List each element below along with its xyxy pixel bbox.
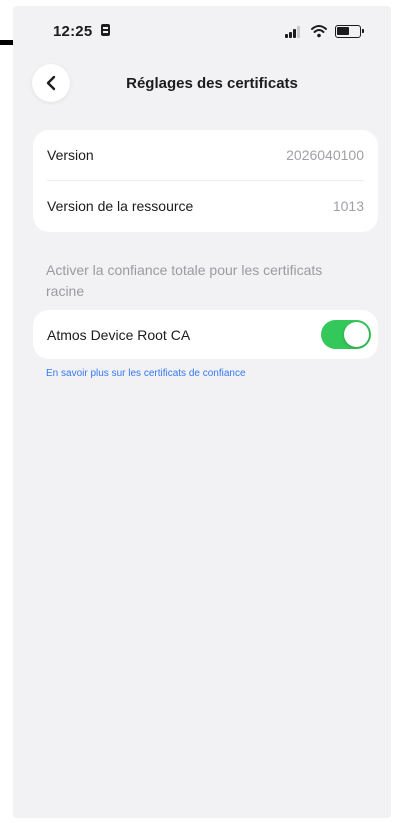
trust-section-header: Activer la confiance totale pour les cer… — [46, 262, 323, 299]
wifi-icon — [311, 24, 327, 38]
root-ca-card: Atmos Device Root CA — [33, 310, 378, 359]
status-bar: 12:25 — [13, 6, 391, 52]
certificate-info-card: Version 2026040100 Version de la ressour… — [33, 130, 378, 232]
page: 12:25 Réglages des certificats Version 2… — [0, 0, 403, 823]
screenshot-edge-mark — [0, 40, 13, 45]
resource-version-label: Version de la ressource — [47, 198, 194, 214]
notification-badge-icon — [101, 24, 110, 36]
back-button[interactable] — [32, 64, 70, 102]
version-label: Version — [47, 147, 94, 163]
learn-more-link[interactable]: En savoir plus sur les certificats de co… — [46, 368, 246, 379]
navigation-bar: Réglages des certificats — [13, 60, 391, 110]
status-time: 12:25 — [53, 23, 93, 40]
cellular-signal-icon — [285, 26, 303, 38]
page-title: Réglages des certificats — [126, 75, 298, 92]
resource-version-row: Version de la ressource 1013 — [33, 181, 378, 232]
root-ca-trust-toggle[interactable] — [321, 320, 371, 349]
battery-icon — [335, 25, 364, 38]
toggle-knob — [344, 322, 369, 347]
version-row: Version 2026040100 — [33, 130, 378, 181]
phone-screen: 12:25 Réglages des certificats Version 2… — [13, 6, 391, 818]
root-ca-label: Atmos Device Root CA — [47, 327, 191, 343]
version-value: 2026040100 — [286, 147, 364, 163]
chevron-left-icon — [46, 75, 56, 91]
resource-version-value: 1013 — [332, 198, 364, 214]
